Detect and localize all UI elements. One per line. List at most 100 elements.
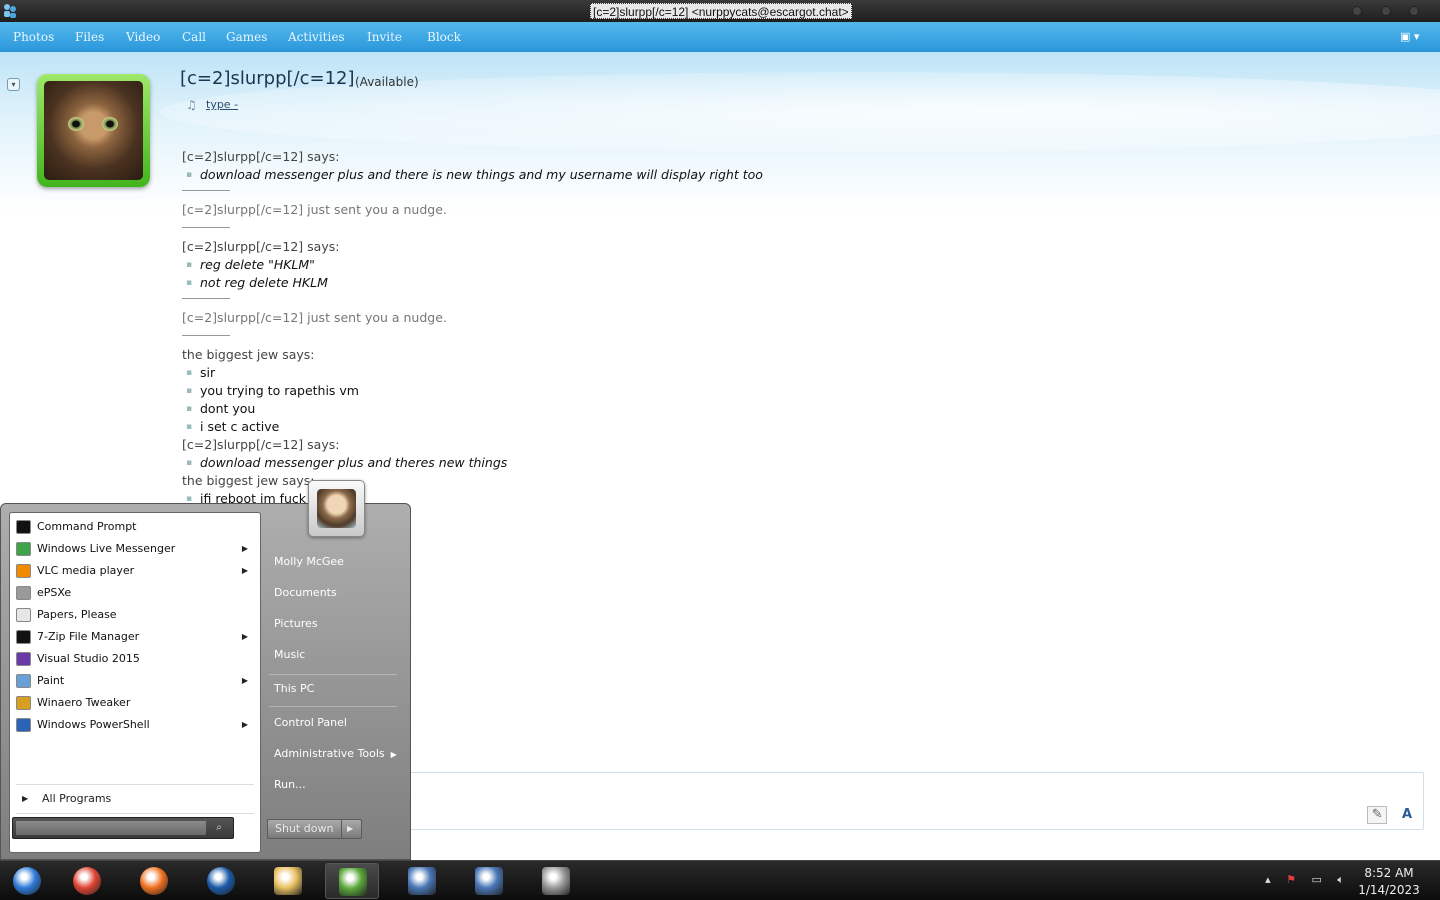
- start-program-item[interactable]: Visual Studio 2015: [14, 649, 258, 669]
- menu-activities[interactable]: Activities: [288, 30, 345, 44]
- start-program-item[interactable]: Papers, Please: [14, 605, 258, 625]
- menu-invite[interactable]: Invite: [367, 30, 402, 44]
- printer-icon: [542, 867, 570, 895]
- submenu-arrow-icon: ▶: [241, 720, 248, 729]
- user-picture[interactable]: [308, 480, 365, 537]
- visual-studio-icon: [16, 652, 31, 666]
- vlc-icon: [16, 564, 31, 578]
- shutdown-options-icon[interactable]: ▶: [347, 820, 353, 838]
- menu-block[interactable]: Block: [427, 30, 461, 44]
- gamepad-icon: [16, 586, 31, 600]
- submenu-arrow-icon: ▶: [241, 566, 248, 575]
- start-program-label: Papers, Please: [37, 608, 117, 621]
- nudge-notice: [c=2]slurpp[/c=12] just sent you a nudge…: [182, 202, 447, 217]
- message-separator: [182, 227, 230, 228]
- handwriting-icon[interactable]: ✎: [1367, 806, 1388, 824]
- system-tray: ▴ ⚑ ▭ 🔈︎: [1253, 873, 1344, 887]
- contact-name: [c=2]slurpp[/c=12]: [180, 68, 355, 89]
- message-text: dont you: [182, 400, 1082, 418]
- show-menu-icon[interactable]: ▣ ▾: [1400, 30, 1426, 44]
- personal-message[interactable]: type -: [206, 98, 238, 111]
- taskbar-button[interactable]: [261, 863, 315, 899]
- start-program-item[interactable]: Paint ▶: [14, 671, 258, 691]
- menu-video[interactable]: Video: [126, 30, 160, 44]
- menu-call[interactable]: Call: [182, 30, 206, 44]
- taskbar-button[interactable]: [325, 863, 379, 899]
- collapse-icon[interactable]: ▾: [7, 78, 20, 91]
- submenu-arrow-icon: ▶: [241, 632, 248, 641]
- submenu-arrow-icon: ▶: [241, 676, 248, 685]
- start-program-label: 7-Zip File Manager: [37, 630, 140, 643]
- start-right-item[interactable]: Control Panel: [274, 716, 347, 729]
- start-search-box[interactable]: ⌕: [12, 817, 234, 839]
- start-program-item[interactable]: Winaero Tweaker: [14, 693, 258, 713]
- contact-status: (Available): [355, 75, 419, 89]
- start-right-item[interactable]: Pictures: [274, 617, 318, 630]
- message-text: reg delete "HKLM": [182, 256, 1082, 274]
- taskbar-button[interactable]: [462, 863, 516, 899]
- message-history: [c=2]slurpp[/c=12] says: download messeng…: [182, 148, 1082, 508]
- start-program-label: Windows Live Messenger: [37, 542, 176, 555]
- user-avatar-icon: [317, 489, 356, 528]
- message-text: sir: [182, 364, 1082, 382]
- network-icon[interactable]: ▭: [1311, 873, 1321, 886]
- winaero-icon: [16, 696, 31, 710]
- shutdown-button[interactable]: Shut down ▶: [267, 819, 362, 839]
- search-icon[interactable]: ⌕: [208, 820, 230, 836]
- start-menu-programs: Command Prompt Windows Live Messenger ▶ VLC…: [9, 512, 261, 853]
- submenu-arrow-icon: ▶: [241, 544, 248, 553]
- start-program-item[interactable]: ePSXe: [14, 583, 258, 603]
- start-right-item[interactable]: This PC: [274, 682, 314, 695]
- search-input[interactable]: [16, 821, 206, 835]
- message-text: download messenger plus and theres new t…: [182, 454, 1082, 472]
- start-program-item[interactable]: Windows Live Messenger ▶: [14, 539, 258, 559]
- maximize-button[interactable]: [1381, 6, 1391, 16]
- menu-files[interactable]: Files: [75, 30, 104, 44]
- firefox-icon: [140, 867, 168, 895]
- taskbar-button[interactable]: [395, 863, 449, 899]
- message-sender: [c=2]slurpp[/c=12] says:: [182, 437, 340, 452]
- messenger-app-icon[interactable]: [2, 3, 18, 19]
- message-sender: the biggest jew says:: [182, 347, 315, 362]
- start-right-item[interactable]: Documents: [274, 586, 337, 599]
- taskbar-button[interactable]: [60, 863, 114, 899]
- close-button[interactable]: [1409, 6, 1419, 16]
- start-program-label: Winaero Tweaker: [37, 696, 131, 709]
- contact-display-picture[interactable]: [37, 74, 150, 187]
- divider: [16, 784, 254, 785]
- divider: [269, 674, 397, 675]
- music-note-icon: ♫: [186, 98, 197, 112]
- taskbar-button[interactable]: [194, 863, 248, 899]
- all-programs-button[interactable]: ▶ All Programs: [18, 789, 254, 809]
- start-program-item[interactable]: Command Prompt: [14, 517, 258, 537]
- clock[interactable]: 8:52 AM 1/14/2023: [1354, 865, 1424, 899]
- start-program-item[interactable]: 7-Zip File Manager ▶: [14, 627, 258, 647]
- message-separator: [182, 298, 230, 299]
- taskbar-button[interactable]: [127, 863, 181, 899]
- powershell-icon: [16, 718, 31, 732]
- taskbar-button[interactable]: [0, 863, 54, 899]
- start-right-item[interactable]: Administrative Tools ▶: [274, 747, 397, 760]
- message-input[interactable]: ✎ A: [400, 772, 1424, 830]
- taskbar-button[interactable]: [529, 863, 583, 899]
- menu-photos[interactable]: Photos: [13, 30, 54, 44]
- start-program-label: Command Prompt: [37, 520, 137, 533]
- start-program-item[interactable]: VLC media player ▶: [14, 561, 258, 581]
- action-center-flag-icon[interactable]: ⚑: [1286, 873, 1296, 886]
- start-right-item[interactable]: Run...: [274, 778, 306, 791]
- start-program-label: ePSXe: [37, 586, 72, 599]
- start-right-label: Control Panel: [274, 716, 347, 729]
- start-right-label: This PC: [274, 682, 315, 695]
- start-menu: Command Prompt Windows Live Messenger ▶ VLC…: [0, 480, 411, 860]
- menu-games[interactable]: Games: [226, 30, 267, 44]
- start-right-item[interactable]: Music: [274, 648, 305, 661]
- divider: [16, 813, 254, 814]
- start-program-label: Visual Studio 2015: [37, 652, 140, 665]
- volume-icon[interactable]: 🔈︎: [1337, 873, 1344, 886]
- paint-icon: [16, 674, 31, 688]
- start-right-item[interactable]: Molly McGee: [274, 555, 344, 568]
- minimize-button[interactable]: [1352, 6, 1362, 16]
- start-program-item[interactable]: Windows PowerShell ▶: [14, 715, 258, 735]
- font-icon[interactable]: A: [1397, 807, 1417, 825]
- show-hidden-icons-icon[interactable]: ▴: [1265, 873, 1271, 886]
